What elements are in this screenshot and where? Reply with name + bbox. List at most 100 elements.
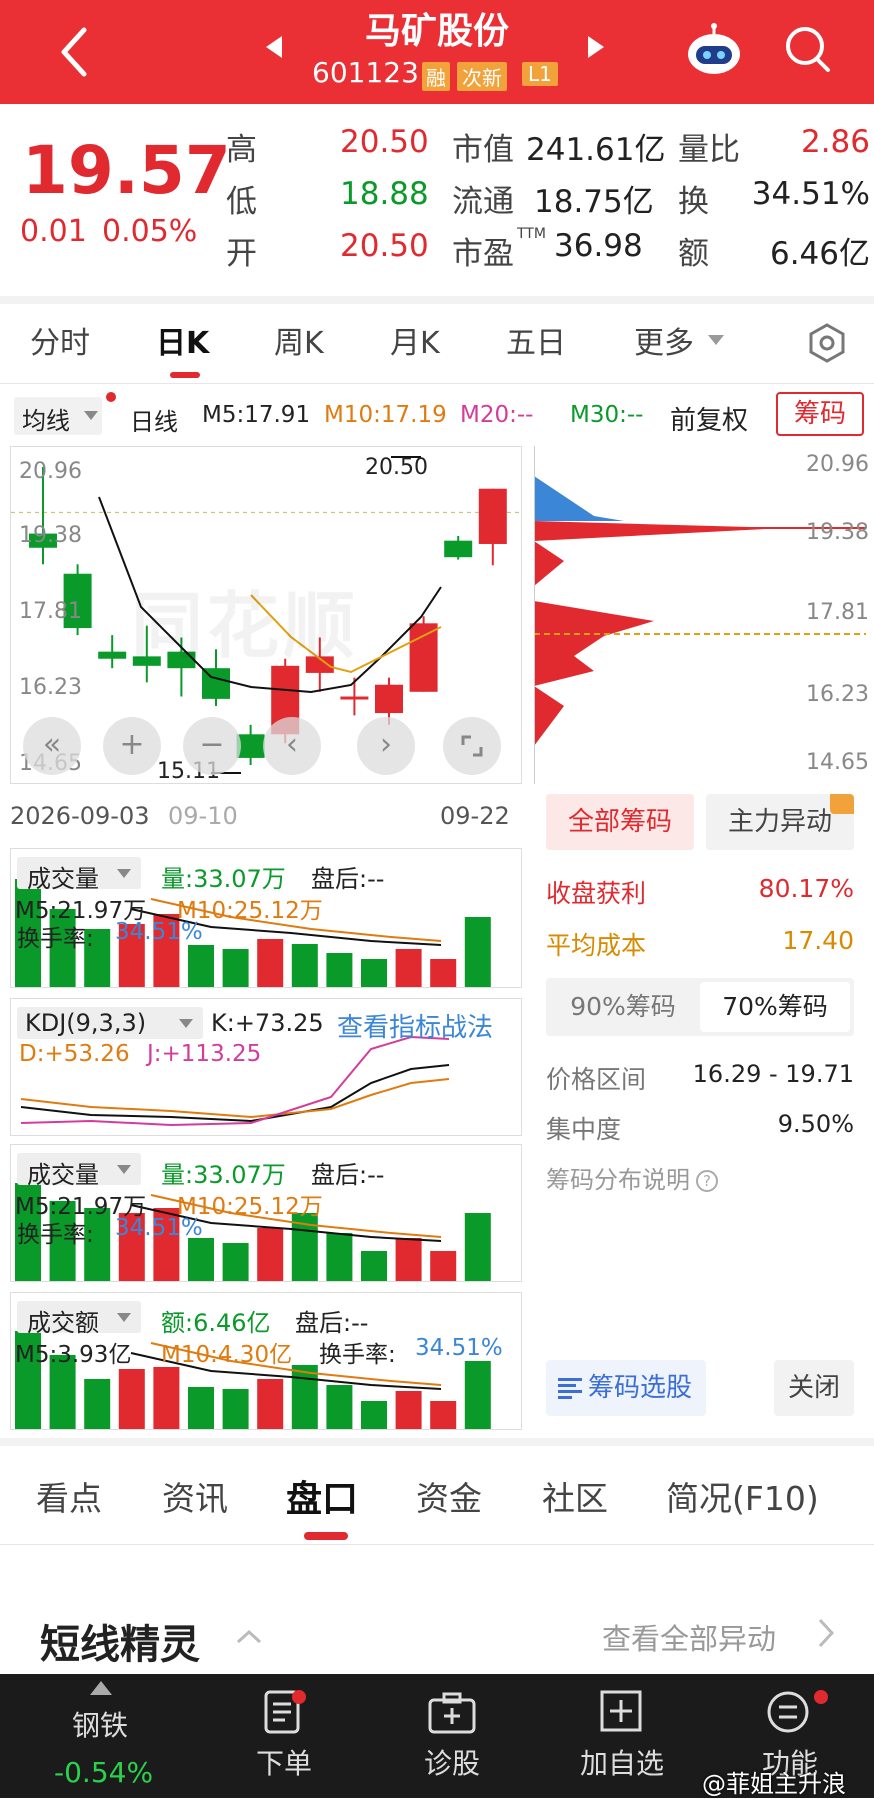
low-value: 18.88 (340, 176, 429, 212)
indicator-selector[interactable]: 成交量 (17, 857, 141, 893)
volume-bar (257, 939, 284, 987)
chevron-up-icon[interactable] (234, 1626, 264, 1646)
kdj-strategy-link[interactable]: 查看指标战法 (337, 1007, 493, 1044)
red-dot (814, 1690, 828, 1704)
add-watchlist-label[interactable]: 加自选 (580, 1742, 664, 1782)
tab-five-day[interactable]: 五日 (506, 318, 566, 362)
tab-intraday[interactable]: 分时 (30, 318, 90, 362)
diagnose-label[interactable]: 诊股 (424, 1742, 480, 1782)
volume-bar (395, 949, 422, 987)
tab-more[interactable]: 更多 (634, 318, 694, 362)
indicator-selector-label: 成交额 (27, 1309, 99, 1337)
chip-tab-all-label: 全部筹码 (567, 807, 672, 837)
scroll-left-icon[interactable]: ‹ (263, 717, 321, 775)
pe-label: 市盈 (452, 236, 514, 272)
date-mid: 09-10 (168, 802, 238, 830)
stock-title: 马矿股份 (364, 11, 509, 52)
scroll-right-icon[interactable]: › (357, 717, 415, 775)
tab-news[interactable]: 资讯 (162, 1472, 228, 1520)
chip-select-button[interactable]: 筹码选股 (546, 1360, 706, 1416)
chevron-down-icon (117, 869, 131, 878)
view-all-link[interactable]: 查看全部异动 (602, 1616, 776, 1658)
candle-body (340, 696, 369, 700)
prev-stock-icon[interactable] (262, 32, 286, 62)
volume-bar (464, 1213, 491, 1281)
sector-up-icon (90, 1680, 112, 1695)
last-price: 19.57 (22, 132, 231, 209)
kdj-j: J:+113.25 (147, 1041, 262, 1067)
vol-amount: 量:33.07万 (161, 1161, 286, 1189)
volume-panel-1[interactable]: 成交量 量:33.07万 盘后:-- M5:21.97万 M10:25.12万 … (10, 848, 522, 988)
top-header: 马矿股份 601123 融 次新 L1 (0, 0, 874, 104)
tab-daily-k[interactable]: 日K (156, 318, 209, 362)
chevron-right-icon[interactable] (816, 1616, 836, 1650)
vol-tr-value: 34.51% (115, 1215, 203, 1241)
indicator-selector-label: 成交量 (27, 865, 99, 893)
kdj-panel[interactable]: KDJ(9,3,3) K:+73.25 查看指标战法 D:+53.26 J:+1… (10, 998, 522, 1136)
tab-order-book[interactable]: 盘口 (286, 1470, 358, 1522)
kline-chart[interactable]: 同花顺 20.96 19.38 17.81 16.23 14.65 20.50 … (10, 446, 522, 784)
chip-button[interactable]: 筹码 (776, 392, 864, 436)
ma-selector[interactable]: 均线 (14, 397, 102, 435)
adjust-mode[interactable]: 前复权 (670, 400, 748, 437)
high-label: 高 (226, 132, 257, 168)
tab-weekly-k[interactable]: 周K (274, 318, 324, 362)
indicator-selector[interactable]: 成交量 (17, 1153, 141, 1189)
amt-m10: M10:4.30亿 (161, 1342, 293, 1368)
chip-tab-90[interactable]: 90%筹码 (550, 982, 696, 1032)
badge-new: 次新 (457, 62, 507, 91)
ma10-value: M10:17.19 (324, 402, 447, 428)
red-dot (106, 392, 116, 402)
pe-sup: TTM (517, 226, 546, 242)
date-end: 09-22 (440, 802, 510, 830)
amt-after-hours: 盘后:-- (295, 1309, 369, 1337)
zoom-in-icon[interactable]: + (103, 717, 161, 775)
volume-panel-2[interactable]: 成交量 量:33.07万 盘后:-- M5:21.97万 M10:25.12万 … (10, 1144, 522, 1282)
mktcap-value: 241.61亿 (526, 132, 666, 168)
candle-body (444, 540, 473, 558)
zoom-out-icon[interactable]: − (183, 717, 241, 775)
indicator-selector[interactable]: KDJ(9,3,3) (17, 1007, 203, 1039)
menu-icon[interactable] (766, 1690, 810, 1734)
indicator-selector[interactable]: 成交额 (17, 1301, 141, 1337)
add-watchlist-icon[interactable] (600, 1690, 642, 1732)
divider (0, 383, 874, 384)
tab-highlights[interactable]: 看点 (36, 1472, 102, 1520)
avg-cost-value: 17.40 (782, 926, 854, 955)
fullscreen-icon[interactable] (443, 717, 501, 775)
kline-watermark: 同花顺 (131, 584, 360, 668)
chip-button-label: 筹码 (793, 399, 846, 429)
order-label[interactable]: 下单 (256, 1742, 312, 1782)
tab-funds[interactable]: 资金 (416, 1472, 482, 1520)
chip-distribution-chart[interactable]: 20.96 19.38 17.81 16.23 14.65 (534, 446, 869, 784)
close-chip-button[interactable]: 关闭 (774, 1360, 854, 1416)
chip-tab-70-label: 70%筹码 (722, 992, 828, 1021)
diagnose-icon[interactable] (428, 1692, 476, 1734)
high-marker-label: 20.50 (365, 455, 428, 480)
volume-bar (326, 1385, 353, 1429)
volratio-label: 量比 (678, 132, 740, 168)
pe-value: 36.98 (554, 228, 643, 264)
back-icon[interactable] (50, 22, 100, 82)
robot-icon[interactable] (684, 22, 744, 78)
volume-bar (361, 1401, 387, 1429)
chip-tab-70[interactable]: 70%筹码 (700, 982, 850, 1032)
sector-name[interactable]: 钢铁 (72, 1704, 128, 1744)
amount-panel[interactable]: 成交额 额:6.46亿 盘后:-- M5:3.93亿 M10:4.30亿 换手率… (10, 1292, 522, 1430)
more-dropdown-icon[interactable] (706, 332, 726, 348)
tab-f10[interactable]: 简况(F10) (666, 1472, 819, 1520)
tab-monthly-k[interactable]: 月K (390, 318, 440, 362)
price-axis-1: 20.96 (19, 459, 82, 484)
search-icon[interactable] (780, 22, 836, 78)
settings-hex-icon[interactable] (806, 322, 848, 364)
chip-explain-link[interactable]: 筹码分布说明? (546, 1160, 718, 1195)
quote-panel: 19.57 0.01 0.05% 高 20.50 市值 241.61亿 量比 2… (0, 104, 874, 296)
price-range-label: 价格区间 (546, 1065, 647, 1094)
volume-bar (430, 1401, 457, 1429)
tab-community[interactable]: 社区 (542, 1472, 608, 1520)
price-range-value: 16.29 - 19.71 (692, 1060, 854, 1088)
next-stock-icon[interactable] (584, 32, 608, 62)
rewind-icon[interactable]: « (23, 717, 81, 775)
chip-tab-all[interactable]: 全部筹码 (546, 794, 694, 850)
volume-bar (153, 1367, 180, 1429)
